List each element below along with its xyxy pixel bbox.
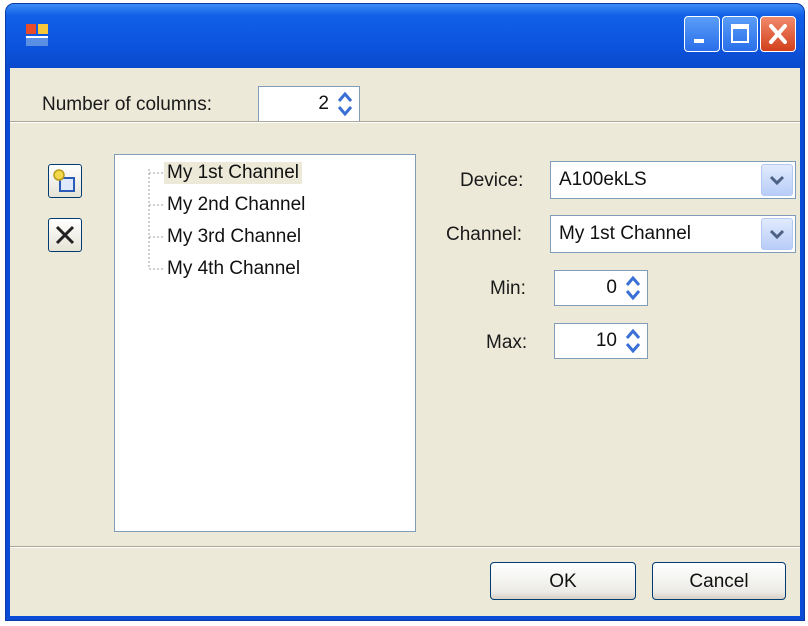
spinner-arrows-icon[interactable] xyxy=(621,273,645,303)
dialog-window: Number of columns: 2 My 1st Channel My 2… xyxy=(6,4,804,620)
channel-dropdown-button[interactable] xyxy=(761,218,793,250)
spinner-arrows-icon[interactable] xyxy=(333,89,357,119)
ok-button[interactable]: OK xyxy=(490,562,636,600)
channel-value: My 1st Channel xyxy=(559,223,692,244)
device-label: Device: xyxy=(460,170,524,191)
cancel-button[interactable]: Cancel xyxy=(652,562,786,600)
min-value: 0 xyxy=(606,277,617,298)
columns-value: 2 xyxy=(318,93,329,114)
max-value: 10 xyxy=(595,330,617,351)
title-bar[interactable] xyxy=(6,4,804,68)
columns-label: Number of columns: xyxy=(42,94,213,115)
channel-label: Channel: xyxy=(446,224,523,245)
device-dropdown-button[interactable] xyxy=(761,164,793,196)
app-icon xyxy=(26,24,48,46)
remove-channel-button[interactable] xyxy=(48,218,82,252)
close-button[interactable] xyxy=(760,16,796,52)
maximize-icon xyxy=(731,24,749,43)
min-spinner[interactable]: 0 xyxy=(554,270,648,306)
add-channel-icon xyxy=(53,169,75,192)
channel-select[interactable]: My 1st Channel xyxy=(550,215,796,253)
columns-spinner[interactable]: 2 xyxy=(258,86,360,122)
min-label: Min: xyxy=(490,278,526,299)
add-channel-button[interactable] xyxy=(48,164,82,198)
tree-item-channel-3[interactable]: My 3rd Channel xyxy=(167,226,301,248)
minimize-icon xyxy=(694,39,704,43)
maximize-button[interactable] xyxy=(722,16,758,52)
top-separator xyxy=(10,121,800,123)
tree-item-channel-2[interactable]: My 2nd Channel xyxy=(167,194,305,216)
max-spinner[interactable]: 10 xyxy=(554,323,648,359)
device-select[interactable]: A100ekLS xyxy=(550,161,796,199)
chevron-down-icon xyxy=(769,229,785,240)
remove-x-icon xyxy=(55,225,75,245)
chevron-down-icon xyxy=(769,175,785,186)
device-value: A100ekLS xyxy=(559,169,647,190)
close-icon xyxy=(769,24,787,44)
tree-item-channel-4[interactable]: My 4th Channel xyxy=(167,258,300,280)
tree-item-channel-1[interactable]: My 1st Channel xyxy=(164,162,303,184)
minimize-button[interactable] xyxy=(684,16,720,52)
spinner-arrows-icon[interactable] xyxy=(621,326,645,356)
dialog-client-area: Number of columns: 2 My 1st Channel My 2… xyxy=(10,68,800,616)
max-label: Max: xyxy=(486,332,528,353)
channel-tree[interactable]: My 1st Channel My 2nd Channel My 3rd Cha… xyxy=(114,154,416,532)
bottom-separator xyxy=(10,546,800,548)
